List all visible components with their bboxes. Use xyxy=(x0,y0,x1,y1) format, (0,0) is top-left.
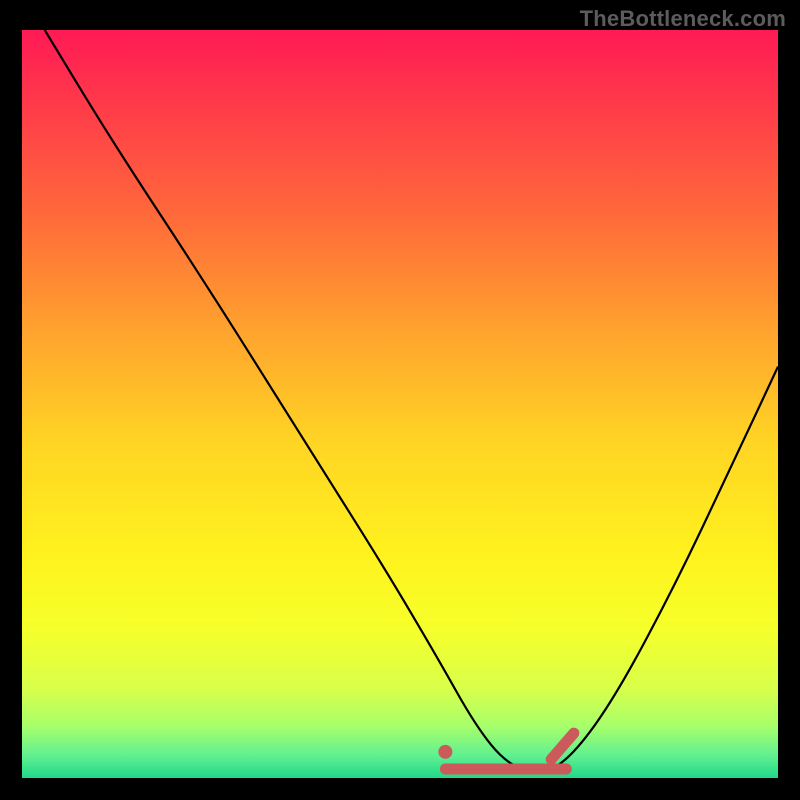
plot-area xyxy=(22,30,778,778)
watermark-text: TheBottleneck.com xyxy=(580,6,786,32)
bottleneck-curve xyxy=(45,30,778,771)
curve-overlay xyxy=(22,30,778,778)
optimal-range-dot xyxy=(438,745,452,759)
chart-stage: TheBottleneck.com xyxy=(0,0,800,800)
